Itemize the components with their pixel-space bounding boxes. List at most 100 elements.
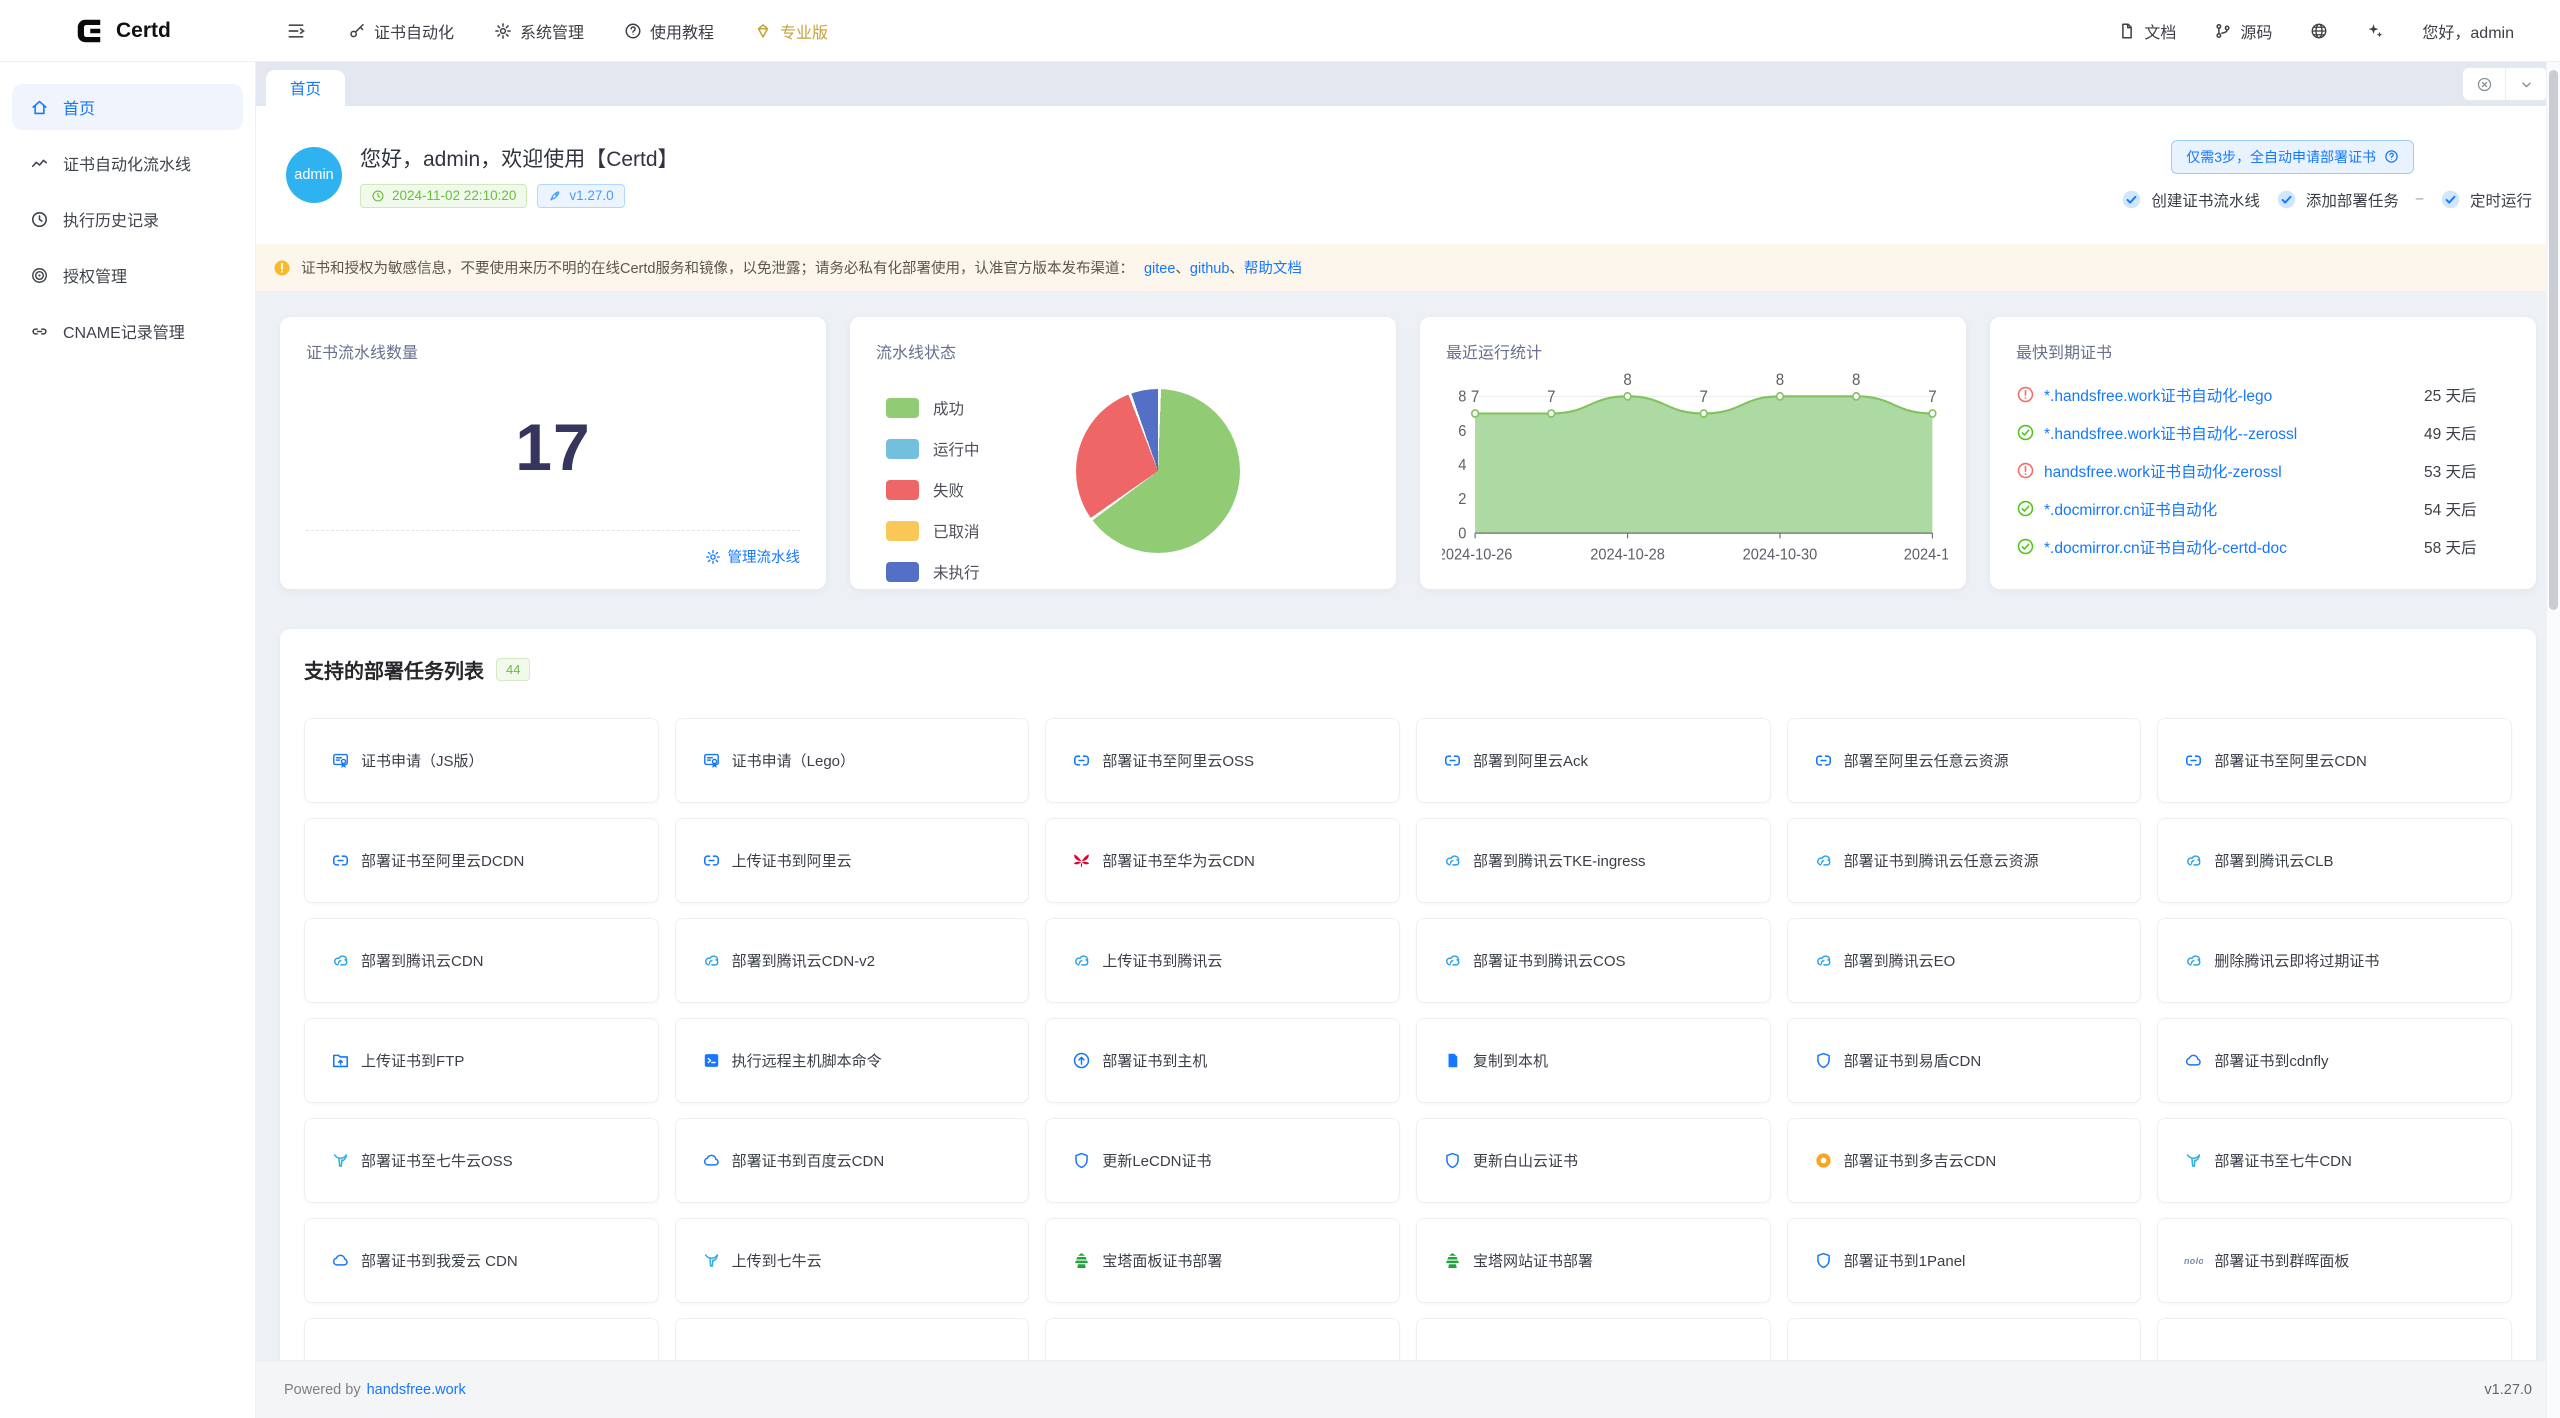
task-label: 部署证书到cdnfly — [2214, 1050, 2328, 1071]
task-card[interactable]: 部署到腾讯云EO — [1787, 918, 2142, 1003]
menu-item-pro[interactable]: 专业版 — [738, 0, 844, 62]
avatar[interactable]: admin — [286, 147, 342, 203]
tencent-icon — [331, 951, 350, 970]
alert-link[interactable]: gitee — [1144, 261, 1175, 277]
legend-swatch — [886, 521, 919, 541]
task-card[interactable]: Synology部署证书到群晖面板 — [2157, 1218, 2512, 1303]
task-label: 部署证书至阿里云DCDN — [361, 850, 524, 871]
task-card[interactable]: 部署证书到腾讯云COS — [1416, 918, 1771, 1003]
top-right-docs[interactable]: 文档 — [2102, 0, 2192, 62]
sidebar-item[interactable]: 授权管理 — [12, 252, 243, 298]
top-right-source[interactable]: 源码 — [2198, 0, 2288, 62]
legend-item[interactable]: 失败 — [886, 479, 980, 501]
menu-item-cert-auto[interactable]: 证书自动化 — [332, 0, 470, 62]
top-right-lang[interactable] — [2294, 0, 2344, 62]
sidebar-item[interactable]: 证书自动化流水线 — [12, 140, 243, 186]
task-label: 部署证书至华为云CDN — [1102, 850, 1255, 871]
tab-menu-button[interactable] — [2505, 68, 2547, 100]
powered-by-link[interactable]: handsfree.work — [367, 1382, 466, 1398]
step-check-icon — [2440, 189, 2461, 210]
task-card[interactable]: 部署到腾讯云CDN-v2 — [675, 918, 1030, 1003]
expiring-cert-link[interactable]: *.docmirror.cn证书自动化-certd-doc — [2044, 536, 2415, 558]
task-card[interactable]: 上传证书到FTP — [304, 1018, 659, 1103]
menu-label: 证书自动化 — [374, 19, 454, 43]
task-card[interactable]: 部署证书至七牛CDN — [2157, 1118, 2512, 1203]
task-card[interactable]: 部署证书到我爱云 CDN — [304, 1218, 659, 1303]
task-label: 部署到腾讯云CDN — [361, 950, 484, 971]
task-card[interactable]: 部署证书到易盾CDN — [1787, 1018, 2142, 1103]
task-card[interactable]: 上传证书到腾讯云 — [1045, 918, 1400, 1003]
sidebar-collapse-button[interactable] — [286, 21, 306, 41]
expiring-cert-link[interactable]: handsfree.work证书自动化-zerossl — [2044, 460, 2415, 482]
task-card[interactable]: 部署证书到cdnfly — [2157, 1018, 2512, 1103]
task-card[interactable]: 部署证书至阿里云DCDN — [304, 818, 659, 903]
task-label: 更新LeCDN证书 — [1102, 1150, 1211, 1171]
top-right-theme[interactable] — [2350, 0, 2400, 62]
close-tabs-button[interactable] — [2463, 68, 2505, 100]
upload-circle-icon — [1072, 1051, 1091, 1070]
sidebar-item[interactable]: 执行历史记录 — [12, 196, 243, 242]
tab-home[interactable]: 首页 — [266, 70, 345, 106]
cert-icon — [331, 751, 350, 770]
tencent-icon — [702, 951, 721, 970]
alert-link[interactable]: github — [1190, 261, 1230, 277]
task-card[interactable]: 证书申请（JS版） — [304, 718, 659, 803]
sidebar-item-label: 首页 — [63, 95, 95, 119]
guide-badge[interactable]: 仅需3步，全自动申请部署证书 — [2171, 140, 2414, 174]
task-card[interactable]: 部署到腾讯云CDN — [304, 918, 659, 1003]
top-right-user[interactable]: 您好，admin — [2406, 0, 2530, 62]
task-label: 上传到七牛云 — [732, 1250, 822, 1271]
step-label: 创建证书流水线 — [2151, 189, 2260, 211]
task-card[interactable]: 部署到腾讯云TKE-ingress — [1416, 818, 1771, 903]
synology-icon: Synology — [2184, 1251, 2203, 1270]
expiring-cert-link[interactable]: *.handsfree.work证书自动化-lego — [2044, 384, 2415, 406]
top-right-label: 源码 — [2240, 19, 2272, 43]
task-card[interactable]: 更新LeCDN证书 — [1045, 1118, 1400, 1203]
task-card[interactable]: 部署到阿里云Ack — [1416, 718, 1771, 803]
task-label: 部署证书到腾讯云任意云资源 — [1844, 850, 2039, 871]
task-card[interactable]: 部署证书至阿里云CDN — [2157, 718, 2512, 803]
scrollbar-thumb[interactable] — [2549, 70, 2558, 610]
close-circle-icon — [2476, 76, 2493, 93]
legend-item[interactable]: 运行中 — [886, 438, 980, 460]
expiring-cert-link[interactable]: *.handsfree.work证书自动化--zerossl — [2044, 422, 2415, 444]
alert-link[interactable]: 帮助文档 — [1244, 261, 1302, 277]
cloud-icon — [2184, 1051, 2203, 1070]
menu-item-tutorial[interactable]: 使用教程 — [608, 0, 730, 62]
sidebar-item[interactable]: 首页 — [12, 84, 243, 130]
task-card[interactable]: 复制到本机 — [1416, 1018, 1771, 1103]
task-label: 部署到阿里云Ack — [1473, 750, 1588, 771]
task-card[interactable]: 宝塔面板证书部署 — [1045, 1218, 1400, 1303]
task-card[interactable]: 部署证书到多吉云CDN — [1787, 1118, 2142, 1203]
task-card[interactable]: 更新白山云证书 — [1416, 1118, 1771, 1203]
manage-pipelines-link[interactable]: 管理流水线 — [705, 546, 801, 567]
task-card[interactable]: 部署证书到主机 — [1045, 1018, 1400, 1103]
task-card[interactable]: 宝塔网站证书部署 — [1416, 1218, 1771, 1303]
task-card[interactable]: 部署至阿里云任意云资源 — [1787, 718, 2142, 803]
warn-circle-icon — [2016, 461, 2035, 480]
task-card[interactable]: 删除腾讯云即将过期证书 — [2157, 918, 2512, 1003]
check-circle-icon — [2016, 423, 2035, 442]
task-card[interactable]: 部署到腾讯云CLB — [2157, 818, 2512, 903]
task-card[interactable]: 执行远程主机脚本命令 — [675, 1018, 1030, 1103]
app-logo[interactable]: Certd — [0, 16, 256, 46]
menu-item-system[interactable]: 系统管理 — [478, 0, 600, 62]
legend-item[interactable]: 未执行 — [886, 561, 980, 583]
legend-item[interactable]: 成功 — [886, 397, 980, 419]
task-card[interactable]: 部署证书到百度云CDN — [675, 1118, 1030, 1203]
guide-step: 定时运行 — [2440, 189, 2532, 211]
task-card[interactable]: 证书申请（Lego） — [675, 718, 1030, 803]
task-card[interactable]: 部署证书至七牛云OSS — [304, 1118, 659, 1203]
task-card[interactable]: 上传证书到阿里云 — [675, 818, 1030, 903]
task-card[interactable]: 部署证书至华为云CDN — [1045, 818, 1400, 903]
task-card[interactable]: 部署证书到1Panel — [1787, 1218, 2142, 1303]
task-label: 部署证书到多吉云CDN — [1844, 1150, 1997, 1171]
svg-text:2024-10-30: 2024-10-30 — [1743, 546, 1818, 564]
task-card[interactable]: 部署证书至阿里云OSS — [1045, 718, 1400, 803]
task-card[interactable]: 上传到七牛云 — [675, 1218, 1030, 1303]
task-card[interactable]: 部署证书到腾讯云任意云资源 — [1787, 818, 2142, 903]
expiring-certs-title: 最快到期证书 — [2016, 339, 2510, 363]
sidebar-item[interactable]: CNAME记录管理 — [12, 308, 243, 354]
expiring-cert-link[interactable]: *.docmirror.cn证书自动化 — [2044, 498, 2415, 520]
legend-item[interactable]: 已取消 — [886, 520, 980, 542]
